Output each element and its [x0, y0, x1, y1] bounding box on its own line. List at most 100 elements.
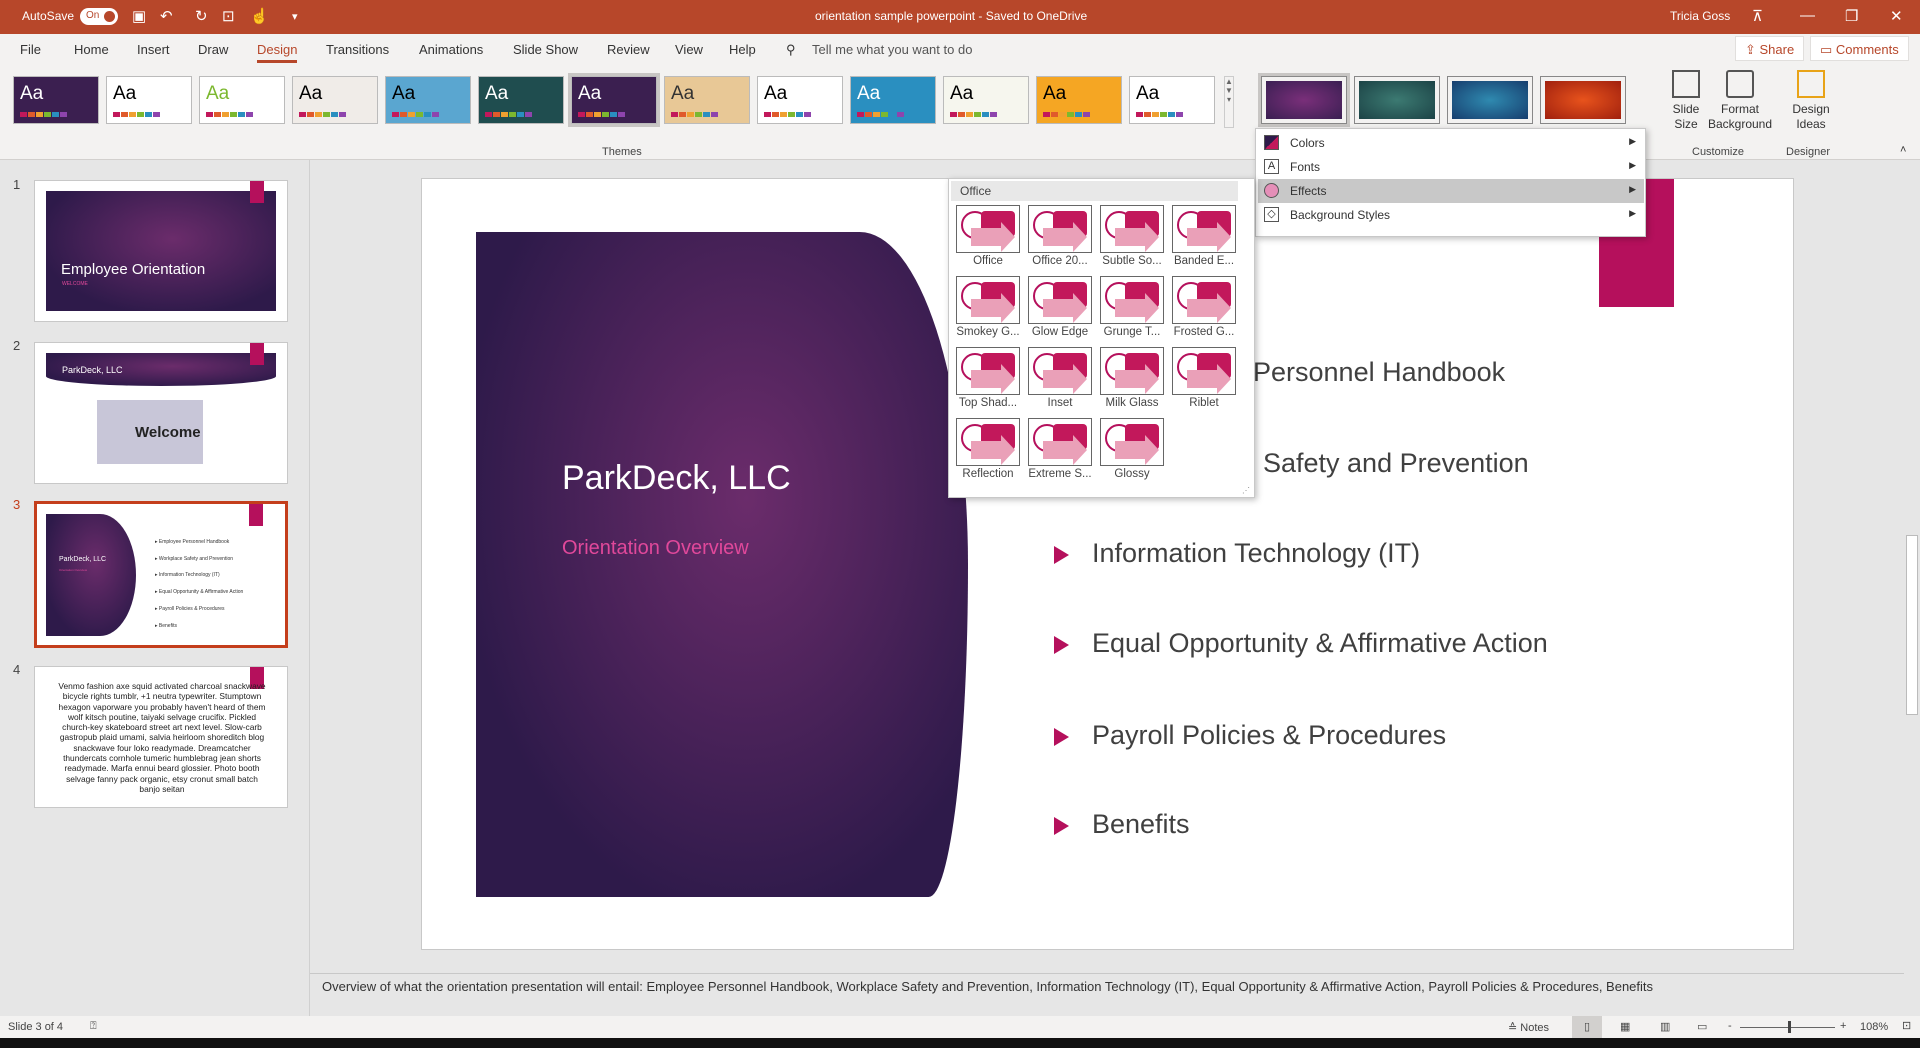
autosave-toggle[interactable]: On	[80, 8, 118, 25]
effect-option[interactable]: Inset	[1025, 347, 1095, 409]
effect-option[interactable]: Subtle So...	[1097, 205, 1167, 267]
tell-me-search[interactable]: Tell me what you want to do	[812, 42, 972, 57]
bullet-item[interactable]: Safety and Prevention	[1225, 448, 1529, 479]
menu-item-fonts[interactable]: A Fonts ▶	[1258, 155, 1644, 179]
slideshow-view-button[interactable]: ▭	[1697, 1020, 1707, 1033]
save-icon[interactable]: ▣	[132, 7, 146, 25]
accessibility-icon[interactable]: ⍰	[90, 1020, 97, 1033]
document-title[interactable]: orientation sample powerpoint - Saved to…	[815, 9, 1087, 23]
notes-button[interactable]: ≙ Notes	[1508, 1021, 1549, 1034]
theme-thumbnail[interactable]: Aa	[199, 76, 285, 124]
design-ideas-button[interactable]: Design Ideas	[1790, 70, 1832, 132]
slide-size-button[interactable]: Slide Size	[1668, 70, 1704, 132]
effect-option[interactable]: Extreme S...	[1025, 418, 1095, 480]
zoom-slider-thumb[interactable]	[1788, 1021, 1791, 1033]
theme-thumbnail[interactable]: Aa	[850, 76, 936, 124]
variant-teal[interactable]	[1354, 76, 1440, 124]
theme-thumbnail[interactable]: Aa	[106, 76, 192, 124]
touch-mode-icon[interactable]: ☝	[250, 7, 269, 25]
effect-option[interactable]: Riblet	[1169, 347, 1239, 409]
thumb-body: Venmo fashion axe squid activated charco…	[58, 681, 266, 794]
tab-draw[interactable]: Draw	[198, 42, 228, 57]
close-icon[interactable]: ✕	[1890, 7, 1903, 25]
variant-blue[interactable]	[1447, 76, 1533, 124]
slide-thumbnail-1[interactable]: Employee Orientation WELCOME	[34, 180, 288, 322]
menu-item-background-styles[interactable]: ◇ Background Styles ▶	[1258, 203, 1644, 227]
tab-animations[interactable]: Animations	[419, 42, 483, 57]
bullet-item[interactable]: Payroll Policies & Procedures	[1053, 720, 1446, 751]
theme-thumbnail[interactable]: Aa	[13, 76, 99, 124]
user-name[interactable]: Tricia Goss	[1670, 9, 1730, 23]
ribbon-display-icon[interactable]: ⊼	[1752, 7, 1763, 25]
minimize-icon[interactable]: —	[1800, 7, 1815, 24]
tab-insert[interactable]: Insert	[137, 42, 170, 57]
tab-transitions[interactable]: Transitions	[326, 42, 389, 57]
effect-option[interactable]: Office 20...	[1025, 205, 1095, 267]
theme-thumbnail[interactable]: Aa	[478, 76, 564, 124]
tab-review[interactable]: Review	[607, 42, 650, 57]
theme-thumbnail[interactable]: Aa	[1129, 76, 1215, 124]
effect-preview-icon	[956, 205, 1020, 253]
bullet-item[interactable]: Equal Opportunity & Affirmative Action	[1054, 628, 1548, 659]
effect-option[interactable]: Glossy	[1097, 418, 1167, 480]
tab-view[interactable]: View	[675, 42, 703, 57]
share-button[interactable]: ⇪ Share	[1735, 36, 1805, 61]
start-slideshow-icon[interactable]: ⊡	[222, 7, 235, 25]
collapse-ribbon-icon[interactable]: ˄	[1900, 144, 1906, 156]
undo-icon[interactable]: ↶	[160, 7, 173, 25]
effect-option[interactable]: Frosted G...	[1169, 276, 1239, 338]
menu-item-effects[interactable]: Effects ▶	[1258, 179, 1644, 203]
tab-design[interactable]: Design	[257, 42, 298, 63]
zoom-in-button[interactable]: +	[1840, 1020, 1846, 1032]
fit-to-window-icon[interactable]: ⊡	[1902, 1019, 1911, 1032]
effect-option[interactable]: Milk Glass	[1097, 347, 1167, 409]
customize-toolbar-icon[interactable]: ▾	[292, 10, 298, 23]
tab-slide-show[interactable]: Slide Show	[513, 42, 578, 57]
tab-file[interactable]: File	[20, 42, 41, 57]
slide-subtitle[interactable]: Orientation Overview	[562, 537, 749, 560]
theme-thumbnail[interactable]: Aa	[385, 76, 471, 124]
scroll-thumb[interactable]	[1906, 535, 1918, 715]
effect-option[interactable]: Banded E...	[1169, 205, 1239, 267]
slide-thumbnail-2[interactable]: ParkDeck, LLC Welcome	[34, 342, 288, 484]
theme-thumbnail[interactable]: Aa	[943, 76, 1029, 124]
resize-grip[interactable]: ⋰	[1242, 486, 1250, 495]
normal-view-button[interactable]: ▯	[1572, 1016, 1602, 1038]
redo-icon[interactable]: ↻	[195, 7, 208, 25]
effect-option[interactable]: Reflection	[953, 418, 1023, 480]
variant-purple[interactable]	[1258, 73, 1350, 127]
effect-option[interactable]: Grunge T...	[1097, 276, 1167, 338]
theme-thumbnail[interactable]: Aa	[1036, 76, 1122, 124]
effect-option[interactable]: Glow Edge	[1025, 276, 1095, 338]
menu-item-colors[interactable]: Colors ▶	[1258, 131, 1644, 155]
variant-orange[interactable]	[1540, 76, 1626, 124]
tab-home[interactable]: Home	[74, 42, 109, 57]
zoom-out-button[interactable]: -	[1728, 1020, 1732, 1032]
tab-help[interactable]: Help	[729, 42, 756, 57]
reading-view-button[interactable]: ▥	[1660, 1020, 1670, 1033]
bullet-item[interactable]: Information Technology (IT)	[1053, 538, 1420, 569]
theme-thumbnail[interactable]: Aa	[568, 73, 660, 127]
restore-icon[interactable]: ❐	[1845, 7, 1858, 25]
slide-thumbnail-3[interactable]: ParkDeck, LLC Orientation Overview ▸ Emp…	[34, 501, 288, 648]
theme-sample: Aa	[485, 83, 509, 104]
theme-thumbnail[interactable]: Aa	[664, 76, 750, 124]
effect-option[interactable]: Office	[953, 205, 1023, 267]
effect-option[interactable]: Smokey G...	[953, 276, 1023, 338]
slide-thumbnail-4[interactable]: Venmo fashion axe squid activated charco…	[34, 666, 288, 808]
zoom-level[interactable]: 108%	[1860, 1021, 1888, 1033]
thumb-bullet: ▸ Employee Personnel Handbook	[155, 539, 230, 545]
effect-option[interactable]: Top Shad...	[953, 347, 1023, 409]
vertical-scrollbar[interactable]	[1904, 160, 1920, 950]
slide-sorter-button[interactable]: ▦	[1620, 1020, 1630, 1033]
bullet-item[interactable]: Benefits	[1054, 809, 1190, 840]
themes-scroll[interactable]: ▲ ▼ ▾	[1224, 76, 1234, 128]
theme-thumbnail[interactable]: Aa	[292, 76, 378, 124]
format-background-button[interactable]: Format Background	[1705, 70, 1775, 132]
slide-title[interactable]: ParkDeck, LLC	[562, 459, 791, 498]
effect-label: Reflection	[962, 468, 1014, 480]
notes-pane[interactable]: Overview of what the orientation present…	[310, 973, 1904, 1016]
bullet-item[interactable]: Personnel Handbook	[1214, 357, 1505, 388]
theme-thumbnail[interactable]: Aa	[757, 76, 843, 124]
comments-button[interactable]: ▭ Comments	[1810, 36, 1909, 61]
